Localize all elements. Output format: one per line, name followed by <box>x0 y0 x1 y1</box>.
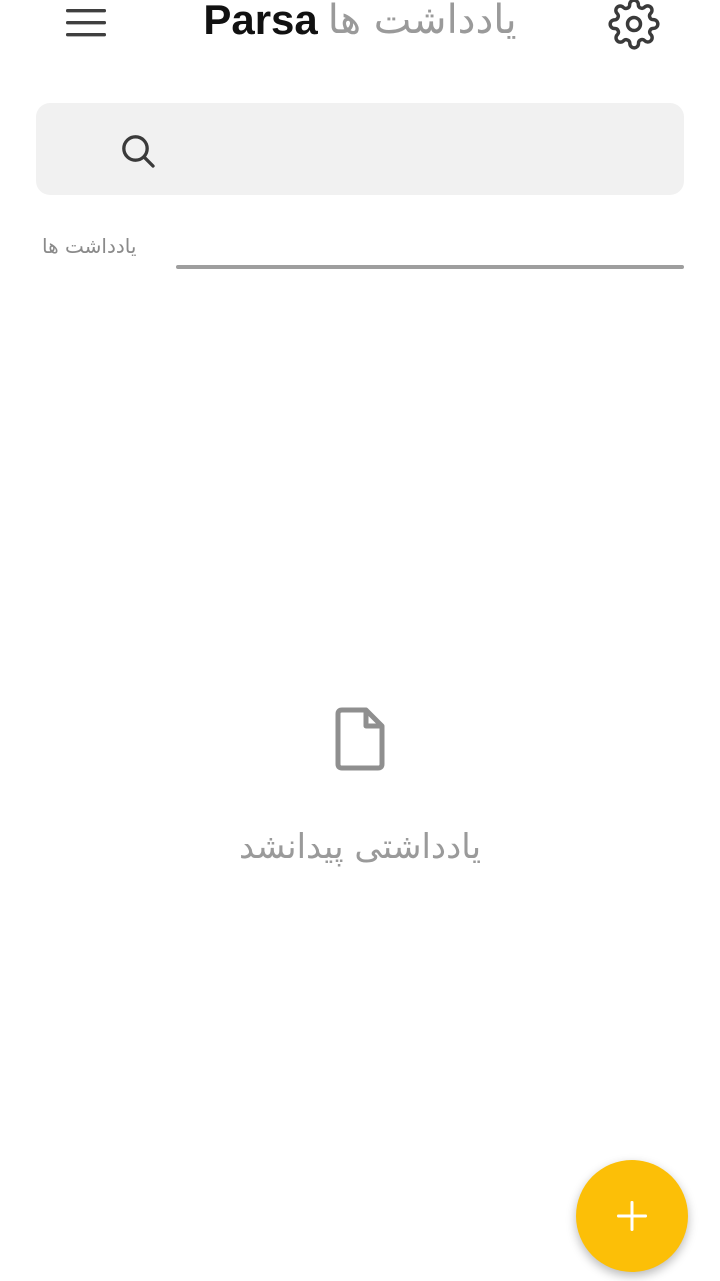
gear-icon <box>608 0 660 50</box>
settings-button[interactable] <box>604 0 664 52</box>
section-divider <box>176 265 684 269</box>
empty-state: یادداشتی پیدانشد <box>0 706 720 867</box>
hamburger-menu-icon <box>66 9 106 37</box>
page-title: یادداشت ها <box>327 0 517 43</box>
search-input[interactable] <box>176 103 670 197</box>
file-icon <box>335 707 385 771</box>
brand-name: Parsa <box>203 0 318 43</box>
search-icon[interactable] <box>118 131 158 171</box>
section-label: یادداشت ها <box>42 234 137 258</box>
search-bar[interactable] <box>36 103 684 197</box>
app-title: Parsa یادداشت ها <box>160 0 560 50</box>
notes-screen: Parsa یادداشت ها یادداشت ها یادداشتی پید… <box>0 0 720 1281</box>
menu-button[interactable] <box>58 0 114 44</box>
add-note-button[interactable] <box>576 1160 688 1272</box>
plus-icon <box>617 1201 647 1231</box>
empty-state-message: یادداشتی پیدانشد <box>238 827 482 867</box>
